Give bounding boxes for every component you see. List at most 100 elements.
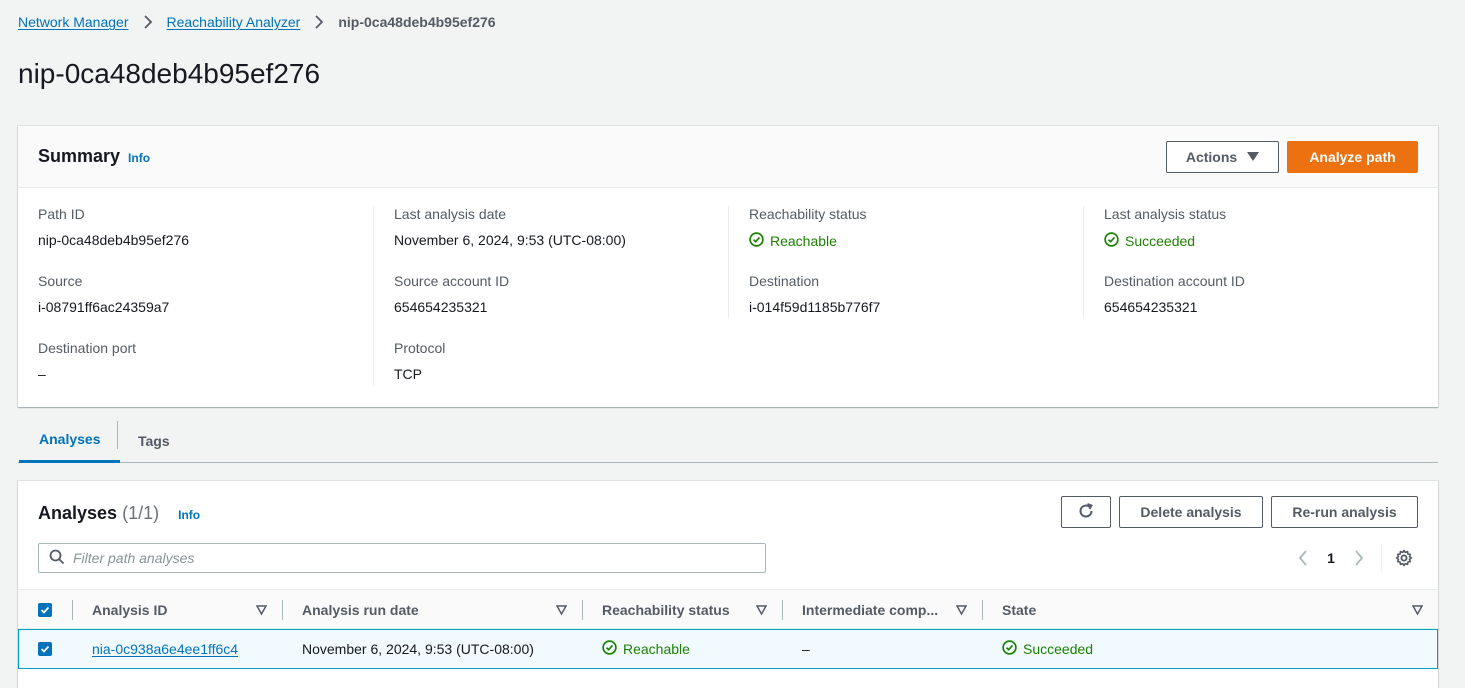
chevron-left-icon[interactable] bbox=[1289, 543, 1317, 573]
caret-down-icon bbox=[1247, 149, 1260, 165]
row-checkbox[interactable] bbox=[38, 630, 52, 668]
analyses-title-text: Analyses bbox=[38, 503, 118, 523]
column-divider bbox=[782, 600, 783, 620]
protocol-label: Protocol bbox=[394, 340, 446, 356]
reachability-cell: Reachable bbox=[602, 630, 690, 668]
column-header-intermediate[interactable]: Intermediate comp... bbox=[802, 590, 938, 630]
tab-tags[interactable]: Tags bbox=[118, 418, 190, 463]
sort-caret-icon[interactable] bbox=[1411, 603, 1424, 619]
analyses-table: Analysis ID Analysis run date Reachabili… bbox=[18, 589, 1438, 669]
column-divider bbox=[72, 600, 73, 620]
destination-field: Destination i-014f59d1185b776f7 bbox=[749, 273, 1083, 315]
table-header: Analysis ID Analysis run date Reachabili… bbox=[18, 589, 1438, 629]
column-header-state[interactable]: State bbox=[1002, 590, 1036, 630]
search-box bbox=[38, 543, 766, 573]
protocol-field: Protocol TCP bbox=[394, 340, 728, 382]
column-divider bbox=[582, 600, 583, 620]
reachability-status-value: Reachable bbox=[749, 232, 837, 250]
column-header-run-date[interactable]: Analysis run date bbox=[302, 590, 419, 630]
breadcrumb-reachability-analyzer[interactable]: Reachability Analyzer bbox=[167, 14, 301, 30]
summary-col-4: Last analysis status Succeeded Destinati… bbox=[1083, 206, 1418, 318]
search-input[interactable] bbox=[73, 550, 765, 566]
path-id-field: Path ID nip-0ca48deb4b95ef276 bbox=[38, 206, 373, 248]
intermediate-cell: – bbox=[802, 641, 810, 657]
analyze-path-button[interactable]: Analyze path bbox=[1287, 141, 1418, 173]
sort-caret-icon[interactable] bbox=[555, 603, 568, 619]
checkbox-checked-icon bbox=[38, 642, 52, 656]
pager-divider bbox=[1381, 544, 1382, 572]
delete-analysis-button[interactable]: Delete analysis bbox=[1119, 496, 1263, 528]
column-header-analysis-id[interactable]: Analysis ID bbox=[92, 590, 167, 630]
analysis-id-link[interactable]: nia-0c938a6e4ee1ff6c4 bbox=[92, 641, 238, 657]
actions-dropdown-button[interactable]: Actions bbox=[1166, 141, 1279, 173]
actions-label: Actions bbox=[1185, 149, 1238, 165]
check-circle-icon bbox=[602, 640, 617, 658]
column-header-reachability[interactable]: Reachability status bbox=[602, 590, 730, 630]
analyses-title: Analyses (1/1) Info bbox=[38, 503, 200, 524]
summary-col-2: Last analysis date November 6, 2024, 9:5… bbox=[373, 206, 708, 386]
last-analysis-date-field: Last analysis date November 6, 2024, 9:5… bbox=[394, 206, 728, 248]
destination-port-value: – bbox=[38, 366, 46, 382]
summary-header: Summary Info Actions Analyze path bbox=[18, 126, 1438, 188]
reachability-status-text: Reachable bbox=[770, 233, 837, 249]
breadcrumb-network-manager[interactable]: Network Manager bbox=[18, 14, 129, 30]
sort-caret-icon[interactable] bbox=[255, 603, 268, 619]
summary-title-text: Summary bbox=[38, 146, 121, 166]
tabs: Analyses Tags bbox=[18, 418, 1438, 463]
source-account-id-value: 654654235321 bbox=[394, 299, 488, 315]
summary-info-link[interactable]: Info bbox=[128, 151, 150, 165]
check-circle-icon bbox=[749, 232, 764, 250]
pagination: 1 bbox=[1289, 543, 1418, 573]
tab-analyses[interactable]: Analyses bbox=[19, 418, 121, 463]
analyses-panel: Analyses (1/1) Info Delete analysis Re-r… bbox=[18, 481, 1438, 688]
summary-title: Summary Info bbox=[38, 146, 150, 167]
refresh-icon bbox=[1077, 502, 1095, 523]
refresh-button[interactable] bbox=[1061, 496, 1111, 528]
destination-account-id-label: Destination account ID bbox=[1104, 273, 1245, 289]
summary-col-3: Reachability status Reachable Destinatio… bbox=[728, 206, 1063, 318]
reachability-status-label: Reachability status bbox=[749, 206, 867, 222]
source-field: Source i-08791ff6ac24359a7 bbox=[38, 273, 373, 315]
last-analysis-status-field: Last analysis status Succeeded bbox=[1104, 206, 1438, 250]
destination-account-id-value: 654654235321 bbox=[1104, 299, 1198, 315]
last-analysis-status-text: Succeeded bbox=[1125, 233, 1196, 249]
destination-port-field: Destination port – bbox=[38, 340, 373, 382]
last-analysis-date-label: Last analysis date bbox=[394, 206, 507, 222]
check-circle-icon bbox=[1104, 232, 1119, 250]
check-circle-icon bbox=[1002, 640, 1017, 658]
source-value: i-08791ff6ac24359a7 bbox=[38, 299, 170, 315]
page-title: nip-0ca48deb4b95ef276 bbox=[18, 58, 321, 89]
reachability-status-field: Reachability status Reachable bbox=[749, 206, 1083, 250]
last-analysis-status-value: Succeeded bbox=[1104, 232, 1195, 250]
destination-label: Destination bbox=[749, 273, 820, 289]
source-label: Source bbox=[38, 273, 83, 289]
table-row[interactable]: nia-0c938a6e4ee1ff6c4 November 6, 2024, … bbox=[18, 629, 1438, 669]
search-icon bbox=[49, 549, 65, 568]
page-number[interactable]: 1 bbox=[1317, 550, 1345, 566]
destination-port-label: Destination port bbox=[38, 340, 137, 356]
state-cell: Succeeded bbox=[1002, 630, 1093, 668]
gear-icon[interactable] bbox=[1390, 543, 1418, 573]
last-analysis-date-value: November 6, 2024, 9:53 (UTC-08:00) bbox=[394, 232, 626, 248]
path-id-label: Path ID bbox=[38, 206, 85, 222]
sort-caret-icon[interactable] bbox=[755, 603, 768, 619]
analysis-id-cell: nia-0c938a6e4ee1ff6c4 bbox=[92, 630, 238, 668]
checkbox-checked-icon bbox=[38, 603, 52, 617]
run-date-cell: November 6, 2024, 9:53 (UTC-08:00) bbox=[302, 641, 534, 657]
path-id-value: nip-0ca48deb4b95ef276 bbox=[38, 232, 190, 248]
rerun-analysis-button[interactable]: Re-run analysis bbox=[1271, 496, 1418, 528]
chevron-right-icon bbox=[312, 15, 326, 29]
chevron-right-icon[interactable] bbox=[1345, 543, 1373, 573]
select-all-checkbox[interactable] bbox=[38, 590, 52, 630]
protocol-value: TCP bbox=[394, 366, 422, 382]
breadcrumb: Network Manager Reachability Analyzer ni… bbox=[18, 14, 496, 30]
column-divider bbox=[982, 600, 983, 620]
column-divider bbox=[282, 600, 283, 620]
state-cell-text: Succeeded bbox=[1023, 641, 1094, 657]
source-account-id-field: Source account ID 654654235321 bbox=[394, 273, 728, 315]
source-account-id-label: Source account ID bbox=[394, 273, 510, 289]
reachability-cell-text: Reachable bbox=[623, 641, 690, 657]
chevron-right-icon bbox=[141, 15, 155, 29]
analyses-info-link[interactable]: Info bbox=[178, 508, 200, 522]
sort-caret-icon[interactable] bbox=[955, 603, 968, 619]
